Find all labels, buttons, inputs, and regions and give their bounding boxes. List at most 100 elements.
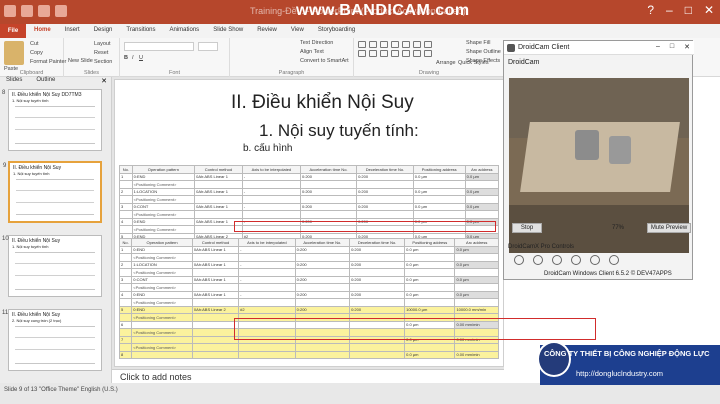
slide-thumbnail[interactable]: 8 II. Điều khiển Nội Suy DD7TM3 1. Nội s…: [2, 89, 102, 151]
table-cell[interactable]: 0.0 µm: [404, 260, 456, 269]
table-cell[interactable]: 0.0 µm: [404, 275, 456, 284]
close-icon[interactable]: ✕: [704, 3, 714, 17]
table-cell[interactable]: 4: [119, 217, 133, 226]
table-cell[interactable]: [118, 313, 133, 322]
table-cell[interactable]: 0:END: [131, 305, 193, 314]
table-cell[interactable]: [404, 343, 456, 352]
table-row[interactable]: <Positioning Comment>: [118, 283, 499, 292]
table-cell[interactable]: 0:200: [299, 187, 358, 196]
table-cell[interactable]: [191, 350, 240, 359]
slide-subtitle[interactable]: 1. Nội suy tuyến tính:: [259, 121, 419, 141]
tab-animations[interactable]: Animations: [170, 27, 200, 33]
table-row[interactable]: 2 1:LOCATION 0Ah:ABS Linear 1-0:200 0:200 0.…: [119, 187, 500, 196]
slide-thumbnail[interactable]: 11 II. Điều khiển Nội Suy 2. Nội suy cun…: [2, 309, 102, 371]
table-cell[interactable]: [191, 253, 240, 262]
table-cell[interactable]: [356, 210, 414, 219]
table-cell[interactable]: [299, 195, 358, 204]
table-cell[interactable]: [464, 210, 500, 219]
table-cell[interactable]: <Positioning Comment>: [131, 210, 196, 219]
slide-thumbnail-selected[interactable]: 9 II. Điều khiển Nội Suy 1. Nội suy tuyế…: [3, 161, 102, 223]
layout-button[interactable]: Layout: [94, 41, 111, 47]
table-cell[interactable]: -: [241, 202, 301, 211]
table-cell[interactable]: [349, 268, 406, 277]
table-cell[interactable]: -: [241, 187, 301, 196]
table-cell[interactable]: 10000.0 µm: [404, 305, 456, 314]
shape-fill-button[interactable]: Shape Fill: [466, 40, 490, 46]
table-cell[interactable]: [299, 180, 358, 189]
table-cell[interactable]: [349, 350, 406, 359]
tab-slide-show[interactable]: Slide Show: [213, 27, 243, 33]
table-cell[interactable]: 0:200: [294, 275, 351, 284]
table-cell[interactable]: [191, 328, 240, 337]
table-row[interactable]: 1 0:END 0Ah:ABS Linear 1-0:200 0:200 0.0 µm 0…: [119, 172, 500, 181]
table-cell[interactable]: 0:200: [294, 260, 351, 269]
stop-button[interactable]: Stop: [512, 223, 542, 233]
table-row[interactable]: <Positioning Comment>: [118, 298, 499, 307]
table-cell[interactable]: 0.0 µm: [412, 202, 466, 211]
font-size-box[interactable]: [198, 42, 218, 51]
cut-button[interactable]: Cut: [30, 41, 39, 47]
table-cell[interactable]: 0.0 µm: [464, 172, 500, 181]
section-button[interactable]: Section: [94, 59, 112, 65]
table-cell[interactable]: [191, 298, 240, 307]
table-cell[interactable]: [412, 210, 466, 219]
table-cell[interactable]: 8: [118, 350, 133, 359]
table-cell[interactable]: [356, 180, 414, 189]
text-direction-button[interactable]: Text Direction: [300, 40, 333, 46]
table-cell[interactable]: -: [238, 245, 296, 254]
table-row[interactable]: 3 0:CONT 0Ah:ABS Linear 1-0:200 0:200 0.0 µm…: [118, 275, 499, 284]
table-cell[interactable]: -: [238, 260, 296, 269]
table-cell[interactable]: 0:200: [356, 202, 414, 211]
table-cell[interactable]: 0:CONT: [131, 275, 193, 284]
mirror-icon[interactable]: [609, 255, 619, 265]
new-slide-button[interactable]: New Slide: [68, 58, 93, 64]
table-cell[interactable]: [294, 253, 351, 262]
close-icon[interactable]: ✕: [684, 43, 690, 51]
droidcam-menu[interactable]: DroidCam: [508, 59, 540, 66]
table-cell[interactable]: <Positioning Comment>: [131, 328, 193, 337]
table-cell[interactable]: [349, 343, 406, 352]
table-cell[interactable]: [131, 320, 193, 329]
table-cell[interactable]: 3: [119, 202, 133, 211]
table-cell[interactable]: <Positioning Comment>: [131, 343, 193, 352]
table-cell[interactable]: [404, 253, 456, 262]
table-row[interactable]: <Positioning Comment>: [118, 268, 499, 277]
table-cell[interactable]: -: [241, 172, 301, 181]
table-cell[interactable]: [404, 298, 456, 307]
minimize-icon[interactable]: –: [656, 43, 660, 51]
table-cell[interactable]: [191, 343, 240, 352]
table-cell[interactable]: 0.0 µm: [454, 275, 499, 284]
table-cell[interactable]: 0:END: [131, 290, 193, 299]
table-cell[interactable]: [454, 283, 499, 292]
table-cell[interactable]: 2: [118, 260, 133, 269]
table-cell[interactable]: [119, 210, 133, 219]
table-cell[interactable]: [191, 283, 240, 292]
maximize-icon[interactable]: □: [685, 3, 692, 17]
table-cell[interactable]: <Positioning Comment>: [131, 298, 193, 307]
table-cell[interactable]: [194, 180, 243, 189]
table-cell[interactable]: [238, 253, 296, 262]
table-cell[interactable]: 0:200: [294, 245, 351, 254]
table-cell[interactable]: 10000.0 mm/min: [454, 305, 499, 314]
table-cell[interactable]: 3: [118, 275, 133, 284]
table-cell[interactable]: 0.0 µm: [464, 187, 500, 196]
table-cell[interactable]: 0.0 µm: [404, 350, 456, 359]
notes-field[interactable]: Click to add notes: [112, 369, 504, 383]
maximize-icon[interactable]: □: [670, 43, 674, 51]
table-cell[interactable]: [464, 180, 500, 189]
tab-home[interactable]: Home: [34, 27, 51, 33]
table-cell[interactable]: [238, 350, 296, 359]
table-cell[interactable]: [194, 210, 243, 219]
table-cell[interactable]: [241, 210, 301, 219]
table-cell[interactable]: [118, 328, 133, 337]
table-row[interactable]: 4 0:END 0Ah:ABS Linear 1-0:200 0:200 0.0 µm 0…: [118, 290, 499, 299]
table-cell[interactable]: 6: [118, 320, 133, 329]
table-cell[interactable]: [454, 268, 499, 277]
mute-preview-button[interactable]: Mute Preview: [647, 223, 691, 233]
table-cell[interactable]: 0:END: [131, 245, 193, 254]
table-cell[interactable]: #2: [238, 305, 296, 314]
tab-transitions[interactable]: Transitions: [126, 27, 155, 33]
slide-thumbnail[interactable]: 10 II. Điều khiển Nội Suy 1. Nội suy tuy…: [2, 235, 102, 297]
table-cell[interactable]: 0Ah:ABS Linear 1: [191, 245, 240, 254]
tab-design[interactable]: Design: [94, 27, 113, 33]
